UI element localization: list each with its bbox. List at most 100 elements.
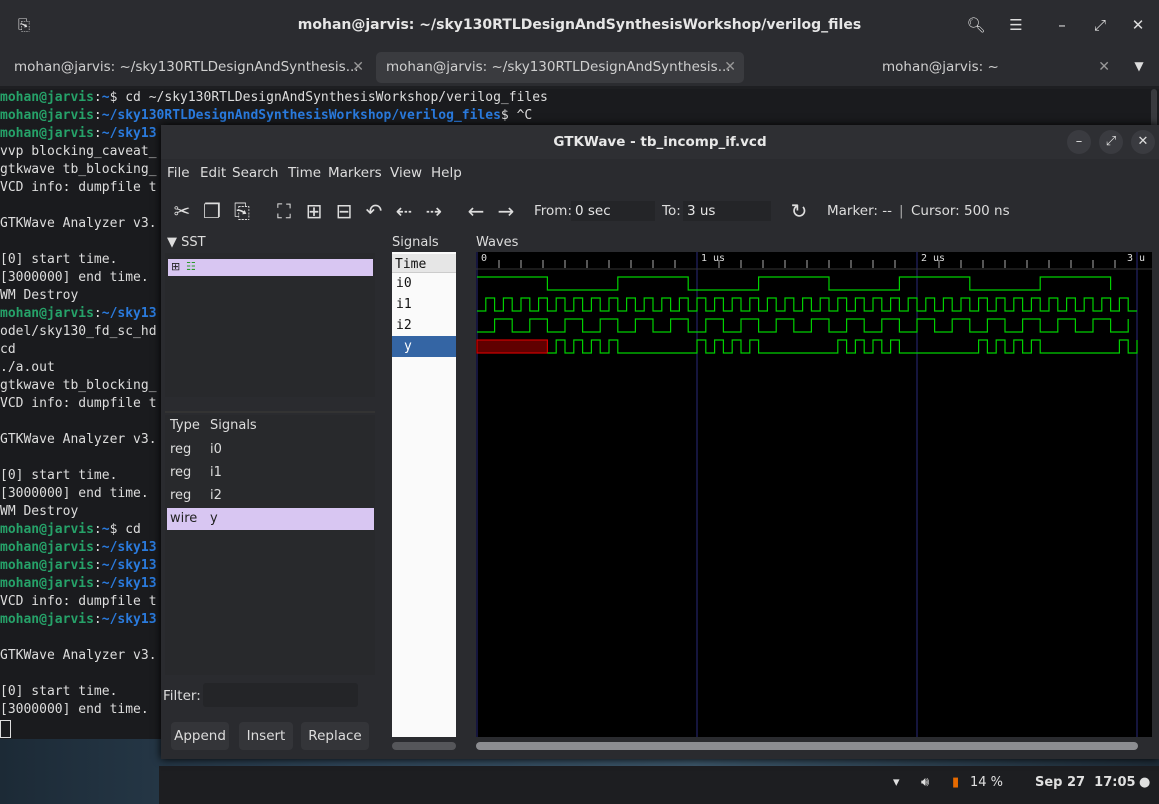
search-icon[interactable]: 🔍︎ [965, 14, 987, 36]
page-left-icon[interactable]: ← [463, 199, 489, 223]
battery-icon[interactable]: ▮ [952, 775, 959, 790]
signal-list[interactable]: Type Signals reg i0 reg i1 reg i2 wire y [165, 415, 375, 675]
minimize-icon[interactable]: – [1051, 14, 1073, 36]
close-tab-icon[interactable]: ✕ [1098, 52, 1110, 83]
prompt-path: ~/sky13 [101, 558, 157, 573]
type-column-header: Type [170, 418, 200, 433]
ruler-band [476, 252, 1152, 264]
tab-label: mohan@jarvis: ~ [882, 59, 999, 75]
sst-label: SST [181, 235, 206, 250]
paste-icon[interactable]: ⎘ [229, 199, 255, 223]
prompt-path: ~/sky13 [101, 540, 157, 555]
waveform-canvas[interactable]: 0 1 us 2 us 3 u [476, 252, 1152, 737]
menu-icon[interactable]: ☰ [1005, 14, 1027, 36]
waves-pane-label: Waves [476, 235, 519, 250]
menu-help[interactable]: Help [431, 165, 462, 181]
zoom-out-icon[interactable]: ⊟ [331, 199, 357, 223]
menu-time[interactable]: Time [288, 165, 321, 181]
from-input[interactable]: 0 sec [571, 201, 655, 221]
signal-row[interactable]: reg i1 [167, 462, 374, 484]
signal-row[interactable]: reg i0 [167, 439, 374, 461]
filter-label: Filter: [163, 688, 201, 704]
signal-i1[interactable]: i1 [392, 294, 456, 315]
prompt-user: mohan@jarvis [0, 612, 94, 627]
zoom-in-icon[interactable]: ⊞ [301, 199, 327, 223]
prompt-path: ~/sky13 [101, 306, 157, 321]
prompt-user: mohan@jarvis [0, 306, 94, 321]
sst-tree[interactable]: ⊞ ☷ [165, 253, 375, 397]
prompt-colon: : [93, 90, 102, 105]
expand-icon[interactable]: ⊞ [171, 260, 180, 273]
waves-scrollbar[interactable] [476, 742, 1138, 750]
append-button[interactable]: Append [171, 722, 229, 750]
notification-dot-icon[interactable]: ● [1139, 775, 1150, 790]
close-icon[interactable]: ✕ [1131, 130, 1155, 154]
divider: | [899, 203, 904, 219]
sst-header[interactable]: ▼ SST [167, 235, 206, 250]
maximize-icon[interactable]: ⤢ [1099, 130, 1123, 154]
prompt-path: ~/sky13 [101, 126, 157, 141]
signal-row[interactable]: wire y [167, 508, 374, 530]
maximize-icon[interactable]: ⤢ [1089, 14, 1111, 36]
zoom-fit-icon[interactable]: ⛶ [271, 199, 297, 223]
pane-divider[interactable] [165, 411, 375, 413]
marker-readout: Marker: -- [827, 203, 893, 219]
prompt-path: ~/sky13 [101, 576, 157, 591]
undo-zoom-icon[interactable]: ↶ [361, 199, 387, 223]
tab-label: mohan@jarvis: ~/sky130RTLDesignAndSynthe… [14, 59, 359, 75]
terminal-line: mohan@jarvis:~/sky130RTLDesignAndSynthes… [0, 107, 1159, 125]
terminal-tab-3[interactable]: mohan@jarvis: ~ ✕ [748, 52, 1120, 83]
first-edge-icon[interactable]: ⇠ [391, 199, 417, 223]
command-text: $ cd [109, 522, 141, 537]
prompt-colon: : [93, 522, 102, 537]
filter-input[interactable] [203, 683, 358, 707]
signal-y[interactable]: y [392, 336, 456, 357]
signal-i2[interactable]: i2 [392, 315, 456, 336]
signals-pane[interactable]: Time i0 i1 i2 y [392, 252, 456, 737]
wave-i0 [477, 276, 1112, 291]
menu-view[interactable]: View [390, 165, 422, 181]
close-tab-icon[interactable]: ✕ [352, 52, 364, 83]
waves-pane[interactable]: 0 1 us 2 us 3 u [476, 252, 1152, 737]
expander-icon: ▼ [167, 235, 177, 250]
wave-i1 [477, 297, 1137, 312]
menu-search[interactable]: Search [232, 165, 278, 181]
replace-button[interactable]: Replace [301, 722, 369, 750]
clock[interactable]: Sep 27 17:05 [1035, 775, 1136, 790]
terminal-titlebar: ⎘ mohan@jarvis: ~/sky130RTLDesignAndSynt… [0, 0, 1159, 50]
terminal-tab-1[interactable]: mohan@jarvis: ~/sky130RTLDesignAndSynthe… [0, 52, 372, 83]
cut-icon[interactable]: ✂ [169, 199, 195, 223]
close-tab-icon[interactable]: ✕ [724, 52, 736, 83]
sst-tree-row[interactable]: ⊞ ☷ [168, 259, 373, 276]
insert-button[interactable]: Insert [239, 722, 293, 750]
close-icon[interactable]: ✕ [1127, 14, 1149, 36]
time-tick-label: 2 us [921, 253, 945, 264]
reload-icon[interactable]: ↻ [786, 199, 812, 223]
tab-dropdown-icon[interactable]: ▼ [1128, 55, 1150, 77]
terminal-tab-bar: mohan@jarvis: ~/sky130RTLDesignAndSynthe… [0, 50, 1159, 86]
prompt-colon: : [93, 558, 102, 573]
prompt-colon: : [93, 612, 102, 627]
menu-markers[interactable]: Markers [328, 165, 382, 181]
page-right-icon[interactable]: → [493, 199, 519, 223]
prompt-user: mohan@jarvis [0, 576, 94, 591]
terminal-tab-2[interactable]: mohan@jarvis: ~/sky130RTLDesignAndSynthe… [376, 52, 744, 83]
minimize-icon[interactable]: – [1067, 130, 1091, 154]
menu-file[interactable]: File [167, 165, 190, 181]
wifi-icon[interactable]: ▾ [893, 775, 900, 790]
signals-scrollbar[interactable] [392, 742, 456, 750]
time-row[interactable]: Time [392, 254, 456, 273]
copy-icon[interactable]: ❐ [199, 199, 225, 223]
wave-y [547, 339, 1138, 354]
last-edge-icon[interactable]: ⇢ [421, 199, 447, 223]
signal-type: reg [170, 465, 192, 480]
gtkwave-title: GTKWave - tb_incomp_if.vcd [553, 134, 767, 150]
signal-i0[interactable]: i0 [392, 273, 456, 294]
signal-row[interactable]: reg i2 [167, 485, 374, 507]
wave-y-undefined [476, 339, 549, 354]
menubar: File Edit Search Time Markers View Help [161, 161, 1159, 185]
to-input[interactable]: 3 us [683, 201, 771, 221]
volume-icon[interactable]: 🔊︎ [921, 775, 929, 790]
menu-edit[interactable]: Edit [200, 165, 226, 181]
prompt-user: mohan@jarvis [0, 522, 94, 537]
